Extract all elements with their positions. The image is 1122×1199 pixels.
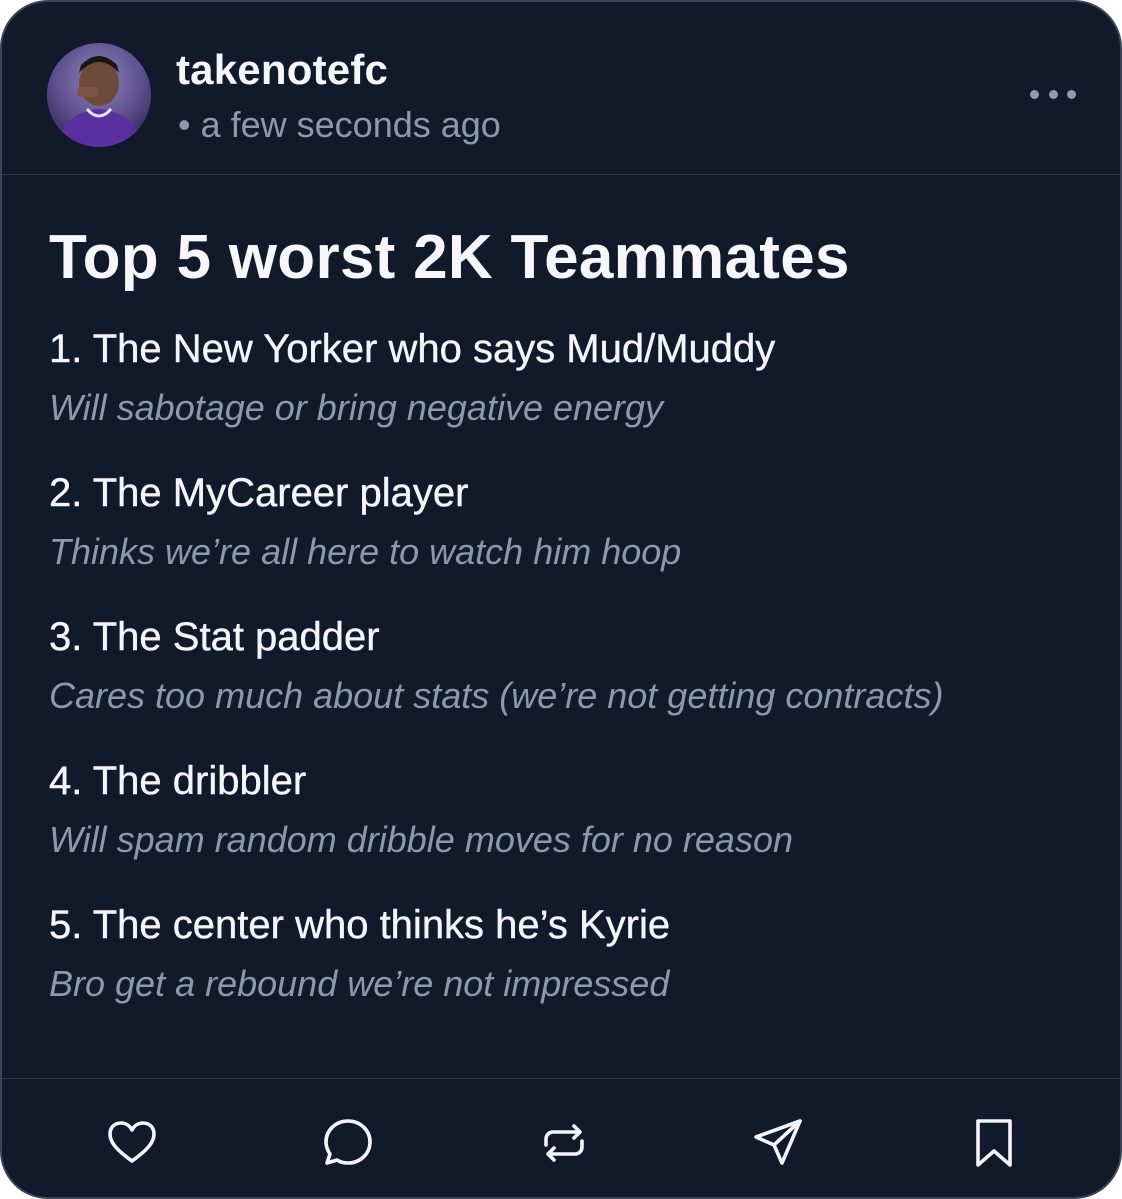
username[interactable]: takenotefc xyxy=(176,46,388,94)
post-card: takenotefc • a few seconds ago Top 5 wor… xyxy=(0,0,1122,1199)
list-item-title: 2. The MyCareer player xyxy=(49,471,469,515)
repost-button[interactable] xyxy=(536,1115,592,1171)
more-dots-icon xyxy=(1067,89,1076,99)
list-item-title: 5. The center who thinks he’s Kyrie xyxy=(49,903,671,947)
list-item-title: 1. The New Yorker who says Mud/Muddy xyxy=(49,327,776,371)
list-item-description: Bro get a rebound we’re not impressed xyxy=(49,963,670,1004)
post-body: Top 5 worst 2K Teammates 1. The New York… xyxy=(49,220,1089,1044)
list-item: 2. The MyCareer player Thinks we’re all … xyxy=(49,468,1089,612)
more-options-button[interactable] xyxy=(1026,76,1080,112)
send-plane-icon xyxy=(754,1119,802,1165)
list-item-title: 4. The dribbler xyxy=(49,759,307,803)
list-item-description: Thinks we’re all here to watch him hoop xyxy=(49,531,682,572)
list-item-description: Will spam random dribble moves for no re… xyxy=(49,819,793,860)
list-item: 5. The center who thinks he’s Kyrie Bro … xyxy=(49,900,1089,1044)
ranked-list: 1. The New Yorker who says Mud/Muddy Wil… xyxy=(49,324,1089,1044)
post-title: Top 5 worst 2K Teammates xyxy=(49,223,850,292)
heart-icon xyxy=(108,1121,156,1163)
post-timestamp: • a few seconds ago xyxy=(178,104,501,145)
list-item-description: Will sabotage or bring negative energy xyxy=(49,387,664,428)
more-dots-icon xyxy=(1048,89,1058,99)
avatar-image xyxy=(47,43,151,147)
list-item: 3. The Stat padder Cares too much about … xyxy=(49,612,1089,756)
list-item: 1. The New Yorker who says Mud/Muddy Wil… xyxy=(49,324,1089,468)
speech-bubble-icon xyxy=(324,1119,372,1165)
avatar[interactable] xyxy=(47,43,151,147)
like-button[interactable] xyxy=(104,1115,160,1171)
list-item-title: 3. The Stat padder xyxy=(49,615,380,659)
list-item-description: Cares too much about stats (we’re not ge… xyxy=(49,675,944,716)
more-dots-icon xyxy=(1030,89,1039,99)
action-bar xyxy=(2,1078,1120,1197)
list-item: 4. The dribbler Will spam random dribble… xyxy=(49,756,1089,900)
post-header: takenotefc • a few seconds ago xyxy=(2,2,1120,175)
repost-arrows-icon xyxy=(544,1124,584,1162)
share-button[interactable] xyxy=(750,1115,806,1171)
comment-button[interactable] xyxy=(320,1115,376,1171)
bookmark-button[interactable] xyxy=(966,1115,1022,1171)
bookmark-icon xyxy=(976,1119,1012,1167)
